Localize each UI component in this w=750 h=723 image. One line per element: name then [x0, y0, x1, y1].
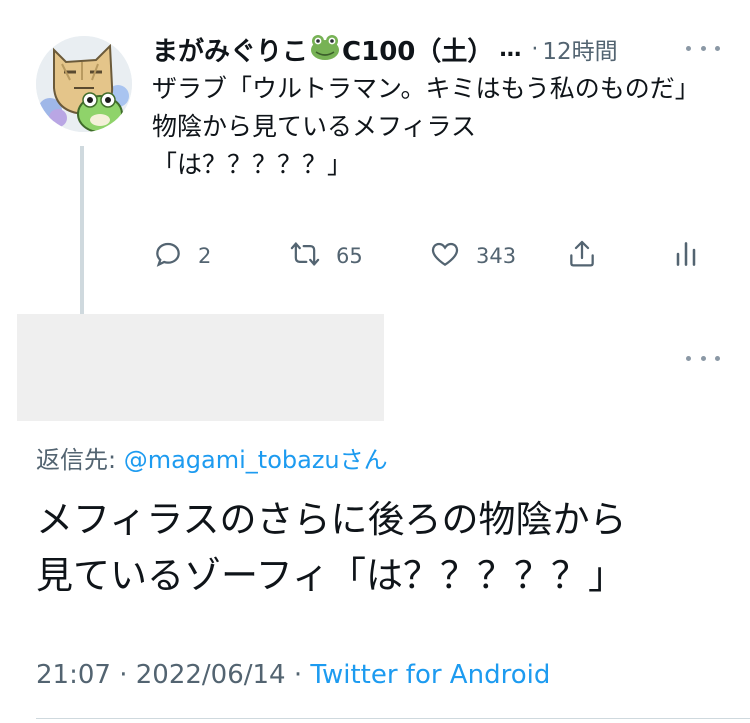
thread-connector-line: [80, 146, 84, 314]
reply-to-handle-link[interactable]: @magami_tobazuさん: [124, 446, 388, 474]
author-name-suffix[interactable]: C100（土）: [342, 31, 493, 68]
tweet-date[interactable]: 2022/06/14: [136, 660, 286, 690]
tweet-meta: 21:07 · 2022/06/14 · Twitter for Android: [36, 660, 550, 690]
more-horizontal-icon: [686, 355, 691, 361]
separator-dot: ·: [531, 36, 539, 62]
retweet-icon: [288, 238, 322, 274]
divider: [36, 718, 750, 719]
reply-to-suffix: さん: [339, 446, 388, 474]
share-icon: [566, 238, 598, 274]
reply-tweet-text: メフィラスのさらに後ろの物陰から 見ているゾーフィ「は？？？？？」: [36, 498, 627, 597]
heart-icon: [428, 238, 462, 274]
author-name[interactable]: まがみぐりこ: [152, 31, 308, 68]
tweet-actions: 2 65 343: [152, 236, 712, 276]
retweet-button[interactable]: 65: [288, 236, 363, 276]
like-button[interactable]: 343: [428, 236, 516, 276]
reply-icon: [152, 238, 184, 274]
tweet-source-link[interactable]: Twitter for Android: [310, 660, 550, 690]
retweet-count: 65: [336, 244, 363, 268]
frog-emoji-icon: [310, 33, 340, 65]
reply-to-handle: @magami_tobazu: [123, 446, 340, 474]
analytics-button[interactable]: [672, 236, 700, 276]
reply-count: 2: [198, 244, 212, 268]
author-header: まがみぐりこ C100（土） … · 12時間: [152, 31, 722, 67]
name-truncation: …: [499, 36, 522, 62]
more-horizontal-icon: [686, 45, 691, 51]
more-options-button[interactable]: [686, 38, 720, 58]
meta-separator: ·: [285, 660, 311, 690]
like-count: 343: [476, 244, 517, 268]
redacted-user-block: [17, 314, 384, 421]
author-avatar[interactable]: [36, 36, 132, 132]
meta-separator: ·: [110, 660, 136, 690]
reply-more-options-button[interactable]: [686, 348, 720, 368]
share-button[interactable]: [566, 236, 598, 276]
tweet-text: ザラブ「ウルトラマン。キミはもう私のものだ」 物陰から見ているメフィラス 「は？…: [152, 74, 700, 179]
tweet-time-ago[interactable]: 12時間: [542, 32, 617, 66]
reply-button[interactable]: 2: [152, 236, 211, 276]
replying-to: 返信先: @magami_tobazuさん: [36, 440, 388, 475]
replying-to-prefix: 返信先:: [36, 446, 124, 474]
tweet-time[interactable]: 21:07: [36, 660, 111, 690]
analytics-icon: [672, 238, 700, 274]
